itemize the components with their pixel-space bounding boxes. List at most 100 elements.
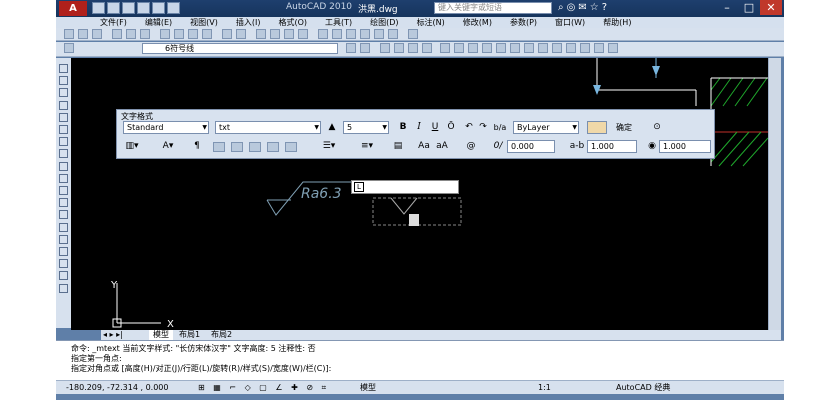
minimize-button[interactable]: – bbox=[716, 0, 738, 15]
oblique-angle-input[interactable]: 0.000 bbox=[507, 140, 555, 153]
italic-button[interactable]: I bbox=[413, 121, 425, 134]
line-icon[interactable] bbox=[59, 64, 68, 73]
underline-button[interactable]: U bbox=[429, 121, 441, 134]
coordinates-readout[interactable]: -180.209, -72.314 , 0.000 bbox=[66, 381, 168, 395]
plot-icon[interactable] bbox=[137, 2, 150, 14]
tab-model[interactable]: 模型 bbox=[149, 330, 173, 340]
vertical-scrollbar[interactable] bbox=[768, 58, 781, 330]
menu-help[interactable]: 帮助(H) bbox=[594, 17, 640, 28]
ruler-toggle-icon[interactable] bbox=[587, 121, 607, 134]
tab-stop-icon[interactable]: L bbox=[354, 182, 364, 192]
make-current-icon[interactable] bbox=[360, 43, 370, 53]
plot-icon[interactable] bbox=[112, 29, 122, 39]
dimension-ordinate-icon[interactable] bbox=[482, 43, 492, 53]
bold-button[interactable]: B bbox=[397, 121, 409, 134]
dimension-angular-icon[interactable] bbox=[524, 43, 534, 53]
command-line[interactable]: 命令: _mtext 当前文字样式: "长仿宋体汉字" 文字高度: 5 注释性:… bbox=[56, 340, 784, 380]
maximize-button[interactable]: □ bbox=[738, 0, 760, 15]
annotative-icon[interactable]: ▲ bbox=[327, 121, 337, 134]
publish-icon[interactable] bbox=[140, 29, 150, 39]
menu-modify[interactable]: 修改(M) bbox=[454, 17, 501, 28]
copy-icon[interactable] bbox=[174, 29, 184, 39]
font-dropdown[interactable]: txt bbox=[215, 121, 321, 134]
ellipse-arc-icon[interactable] bbox=[59, 186, 68, 195]
zoom-previous-icon[interactable] bbox=[298, 29, 308, 39]
model-space-button[interactable]: 模型 bbox=[360, 381, 376, 395]
center-mark-icon[interactable] bbox=[594, 43, 604, 53]
polygon-icon[interactable] bbox=[59, 100, 68, 110]
polyline-icon[interactable] bbox=[59, 88, 68, 98]
align-right-icon[interactable] bbox=[249, 142, 261, 152]
app-menu-button[interactable]: A bbox=[59, 1, 87, 16]
properties-icon[interactable] bbox=[318, 29, 328, 39]
new-icon[interactable] bbox=[92, 2, 105, 14]
quick-dimension-icon[interactable] bbox=[538, 43, 548, 53]
menu-window[interactable]: 窗口(W) bbox=[546, 17, 594, 28]
cut-icon[interactable] bbox=[160, 29, 170, 39]
point-icon[interactable] bbox=[59, 222, 68, 232]
menu-parametric[interactable]: 参数(P) bbox=[501, 17, 546, 28]
dimension-linear-icon[interactable] bbox=[440, 43, 450, 53]
help-icon[interactable]: ? bbox=[602, 2, 607, 13]
stack-icon[interactable]: b/a bbox=[493, 121, 507, 134]
align-center-icon[interactable] bbox=[231, 142, 243, 152]
layer-properties-icon[interactable] bbox=[64, 43, 74, 53]
zoom-window-icon[interactable] bbox=[284, 29, 294, 39]
revision-cloud-icon[interactable] bbox=[59, 149, 68, 159]
menu-file[interactable]: 文件(F) bbox=[56, 17, 136, 28]
multiline-text-icon[interactable] bbox=[59, 283, 68, 293]
open-icon[interactable] bbox=[78, 29, 88, 39]
favorites-icon[interactable]: ☆ bbox=[590, 2, 599, 13]
drafting-settings-icons[interactable]: ⊞ ▦ ⌐ ◇ ▢ ∠ ✚ ⊘ ⌗ bbox=[198, 381, 329, 395]
quickcalc-icon[interactable] bbox=[388, 29, 398, 39]
communication-icon[interactable]: ✉ bbox=[578, 2, 586, 13]
preview-icon[interactable] bbox=[126, 29, 136, 39]
tool-palettes-icon[interactable] bbox=[346, 29, 356, 39]
workspace-switch[interactable]: AutoCAD 经典 bbox=[616, 381, 670, 395]
paste-icon[interactable] bbox=[188, 29, 198, 39]
tolerance-icon[interactable] bbox=[580, 43, 590, 53]
numbering-icon[interactable]: ≡▾ bbox=[357, 140, 377, 153]
dim-edit-icon[interactable] bbox=[608, 43, 618, 53]
pan-icon[interactable] bbox=[256, 29, 266, 39]
justify-icon[interactable] bbox=[267, 142, 279, 152]
design-center-icon[interactable] bbox=[332, 29, 342, 39]
search-icon[interactable]: ⌕ bbox=[558, 2, 564, 13]
options-icon[interactable]: ⊙ bbox=[651, 121, 663, 134]
dimension-arc-icon[interactable] bbox=[468, 43, 478, 53]
make-block-icon[interactable] bbox=[59, 210, 68, 220]
dimension-aligned-icon[interactable] bbox=[454, 43, 464, 53]
menu-draw[interactable]: 绘图(D) bbox=[361, 17, 407, 28]
close-button[interactable]: ✕ bbox=[760, 0, 782, 15]
tab-nav-icon[interactable]: ◂ ▸ ▸| bbox=[103, 330, 123, 340]
dimension-radius-icon[interactable] bbox=[496, 43, 506, 53]
menu-tools[interactable]: 工具(T) bbox=[316, 17, 361, 28]
mtext-justify-icon[interactable]: A▾ bbox=[159, 140, 177, 153]
ok-button[interactable]: 确定 bbox=[613, 121, 635, 134]
symbol-button[interactable]: @ bbox=[461, 140, 481, 153]
save-icon[interactable] bbox=[122, 2, 135, 14]
color-dropdown[interactable]: ByLayer bbox=[513, 121, 579, 134]
circle-icon[interactable] bbox=[59, 137, 68, 147]
undo-icon[interactable] bbox=[222, 29, 232, 39]
open-icon[interactable] bbox=[107, 2, 120, 14]
columns-icon[interactable]: ▥▾ bbox=[123, 140, 141, 153]
redo-icon[interactable] bbox=[167, 2, 180, 14]
continue-icon[interactable] bbox=[566, 43, 576, 53]
undo-icon[interactable]: ↶ bbox=[463, 121, 475, 134]
mirror-icon[interactable] bbox=[408, 43, 418, 53]
menu-view[interactable]: 视图(V) bbox=[181, 17, 227, 28]
menu-dimension[interactable]: 标注(N) bbox=[408, 17, 454, 28]
undo-icon[interactable] bbox=[152, 2, 165, 14]
spline-icon[interactable] bbox=[59, 161, 68, 171]
paragraph-icon[interactable]: ¶ bbox=[191, 140, 203, 153]
line-spacing-icon[interactable]: ☰▾ bbox=[319, 140, 339, 153]
align-left-icon[interactable] bbox=[213, 142, 225, 152]
resize-handle[interactable] bbox=[409, 214, 419, 226]
zoom-realtime-icon[interactable] bbox=[270, 29, 280, 39]
text-style-dropdown[interactable]: Standard bbox=[123, 121, 209, 134]
distribute-icon[interactable] bbox=[285, 142, 297, 152]
dimension-diameter-icon[interactable] bbox=[510, 43, 520, 53]
width-factor-input[interactable]: 1.000 bbox=[659, 140, 711, 153]
redo-icon[interactable] bbox=[236, 29, 246, 39]
